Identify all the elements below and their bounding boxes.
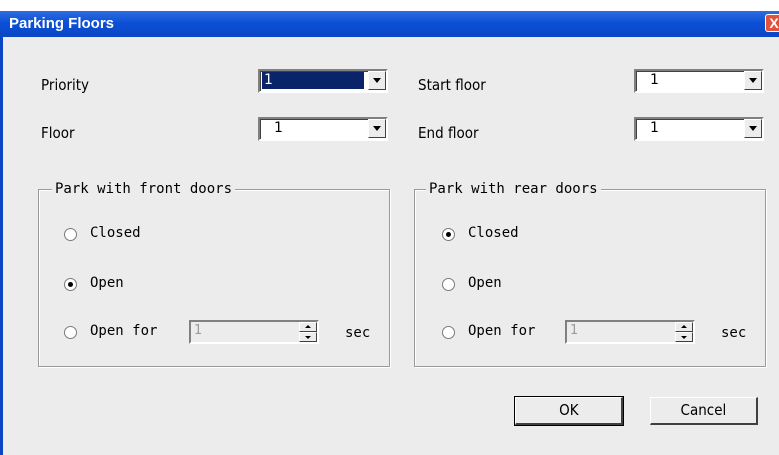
close-icon[interactable]: X	[765, 14, 779, 32]
floor-label: Floor	[41, 124, 75, 142]
chevron-down-icon[interactable]	[744, 119, 762, 138]
rear-open-for-label[interactable]: Open for	[468, 323, 535, 339]
chevron-down-icon[interactable]	[744, 71, 762, 90]
spin-down-icon[interactable]	[299, 332, 317, 342]
end-floor-value: 1	[650, 120, 659, 136]
cancel-button-label: Cancel	[680, 401, 727, 419]
front-open-for-radio[interactable]	[64, 326, 77, 339]
front-closed-radio[interactable]	[64, 228, 77, 241]
rear-open-label[interactable]: Open	[468, 275, 502, 291]
front-open-for-spinner[interactable]: 1	[189, 320, 319, 344]
rear-sec-label: sec	[721, 325, 747, 341]
priority-value: 1	[262, 72, 364, 89]
front-open-for-label[interactable]: Open for	[90, 323, 157, 339]
front-sec-label: sec	[345, 325, 371, 341]
front-open-for-value: 1	[194, 323, 203, 338]
rear-closed-label[interactable]: Closed	[468, 225, 519, 241]
background-strip	[0, 0, 779, 11]
front-closed-label[interactable]: Closed	[90, 225, 141, 241]
floor-value: 1	[274, 120, 283, 136]
spin-down-icon[interactable]	[675, 332, 693, 342]
front-open-radio[interactable]	[64, 278, 77, 291]
rear-open-radio[interactable]	[442, 278, 455, 291]
rear-open-for-value: 1	[570, 323, 579, 338]
rear-doors-group-title: Park with rear doors	[426, 181, 601, 197]
start-floor-label: Start floor	[418, 76, 486, 94]
spin-up-icon[interactable]	[299, 322, 317, 332]
floor-combobox[interactable]: 1	[258, 117, 388, 141]
window-border	[0, 37, 3, 455]
spin-up-icon[interactable]	[675, 322, 693, 332]
ok-button[interactable]: OK	[514, 396, 624, 426]
window-title: Parking Floors	[9, 15, 115, 32]
ok-button-label: OK	[558, 401, 579, 419]
rear-closed-radio[interactable]	[442, 228, 455, 241]
chevron-down-icon[interactable]	[368, 71, 386, 90]
front-doors-group-title: Park with front doors	[52, 181, 236, 197]
rear-open-for-spinner[interactable]: 1	[565, 320, 695, 344]
start-floor-combobox[interactable]: 1	[634, 69, 764, 93]
chevron-down-icon[interactable]	[368, 119, 386, 138]
title-bar[interactable]: Parking Floors X	[0, 11, 779, 37]
end-floor-combobox[interactable]: 1	[634, 117, 764, 141]
end-floor-label: End floor	[418, 124, 479, 142]
priority-label: Priority	[41, 76, 90, 94]
rear-open-for-radio[interactable]	[442, 326, 455, 339]
front-open-label[interactable]: Open	[90, 275, 124, 291]
start-floor-value: 1	[650, 72, 659, 88]
priority-combobox[interactable]: 1	[258, 69, 388, 93]
parking-floors-dialog: Parking Floors X Priority 1 Floor 1 Star…	[0, 0, 779, 455]
cancel-button[interactable]: Cancel	[650, 397, 758, 425]
